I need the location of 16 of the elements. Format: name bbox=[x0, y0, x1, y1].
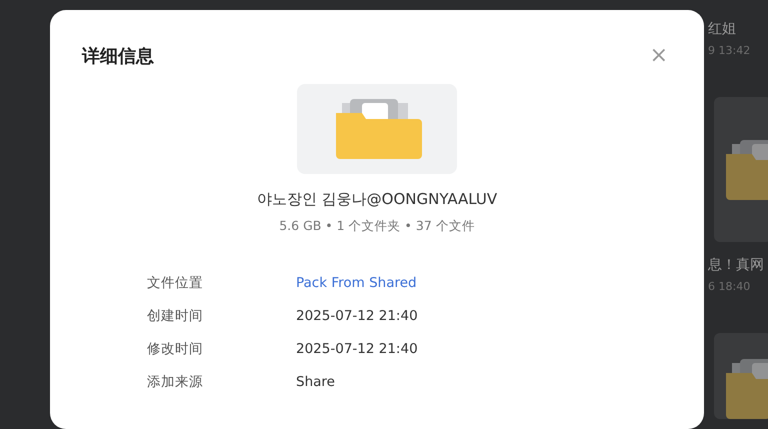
detail-value: 2025-07-12 21:40 bbox=[296, 340, 418, 359]
location-link[interactable]: Pack From Shared bbox=[296, 273, 418, 293]
item-title: 红姐 bbox=[708, 20, 737, 38]
item-time: 6 18:40 bbox=[708, 280, 752, 293]
detail-value: Share bbox=[296, 373, 336, 392]
detail-label: 创建时间 bbox=[147, 307, 204, 326]
detail-label: 添加来源 bbox=[147, 373, 204, 392]
folder-name: 야노장인 김웅나@OONGNYAALUV bbox=[256, 190, 498, 209]
item-title: 息！真网 bbox=[708, 256, 765, 274]
item-time: 9 13:42 bbox=[708, 44, 752, 57]
close-button[interactable]: × bbox=[650, 45, 668, 67]
dialog-title: 详细信息 bbox=[82, 45, 154, 68]
detail-value: 2025-07-12 21:40 bbox=[296, 307, 418, 326]
detail-label: 文件位置 bbox=[147, 274, 204, 293]
detail-label: 修改时间 bbox=[147, 340, 204, 359]
folder-stats: 5.6 GB • 1 个文件夹 • 37 个文件 bbox=[279, 218, 475, 235]
